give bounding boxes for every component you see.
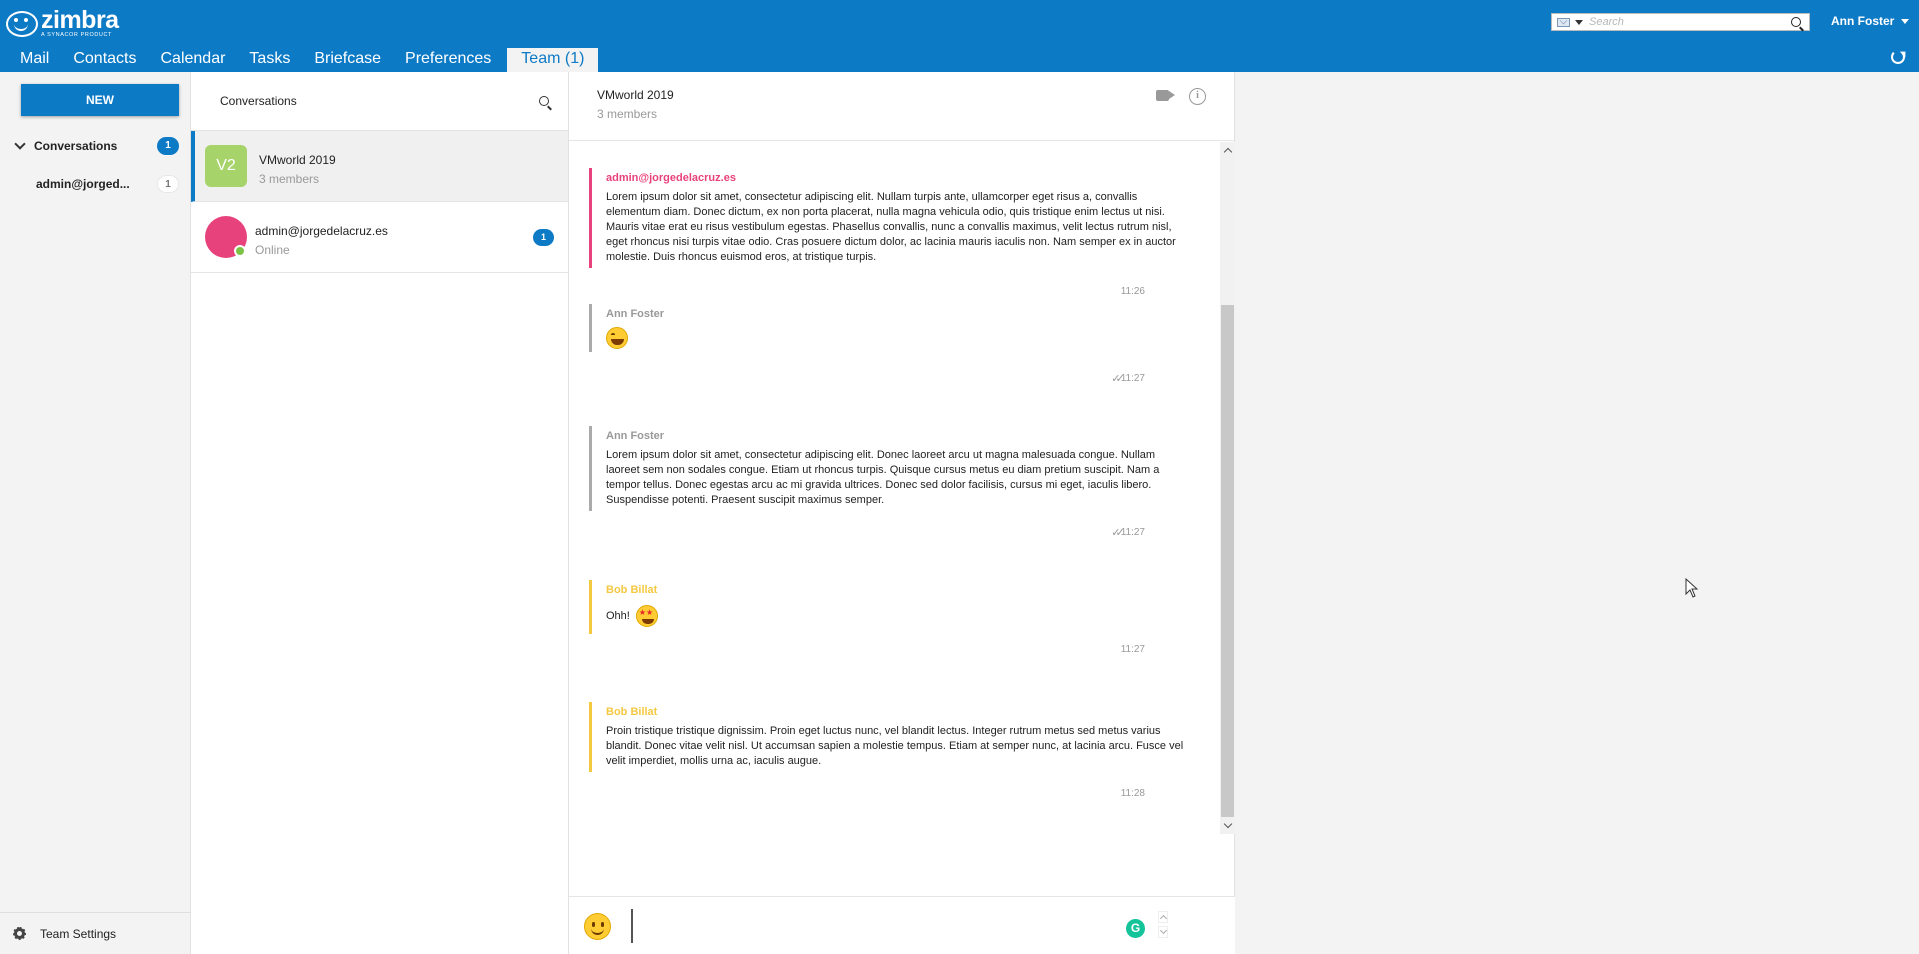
message-author[interactable]: Bob Billat <box>606 580 1189 596</box>
new-button[interactable]: NEW <box>21 84 179 116</box>
scroll-up-icon[interactable] <box>1223 146 1232 155</box>
message-time-label: 11:27 <box>1120 373 1145 384</box>
tab-mail[interactable]: Mail <box>8 48 61 72</box>
conversation-list: Conversations V2 VMworld 2019 3 members … <box>191 72 569 954</box>
online-status-icon <box>234 245 246 257</box>
sidebar-item-label: admin@jorged... <box>36 177 130 191</box>
info-icon[interactable]: i <box>1189 88 1206 105</box>
message-text: Lorem ipsum dolor sit amet, consectetur … <box>606 191 1176 263</box>
message-author[interactable]: admin@jorgedelacruz.es <box>606 168 1189 184</box>
message-time-label: 11:26 <box>1120 286 1145 297</box>
conversation-row-vmworld[interactable]: V2 VMworld 2019 3 members <box>191 131 568 202</box>
team-sidebar: NEW Conversations 1 admin@jorged... 1 Te… <box>0 72 191 954</box>
scroll-thumb[interactable] <box>1221 305 1234 817</box>
chat-header: VMworld 2019 3 members i <box>569 72 1234 141</box>
unread-badge: 1 <box>533 229 554 246</box>
gear-icon <box>13 927 26 940</box>
message-scrollbar[interactable] <box>1220 142 1235 834</box>
message-body: admin@jorgedelacruz.es Lorem ipsum dolor… <box>589 168 1189 268</box>
message: admin@jorgedelacruz.es Lorem ipsum dolor… <box>589 168 1189 297</box>
logo-sub: A SYNACOR PRODUCT <box>41 32 113 38</box>
composer-scroll-up-icon[interactable] <box>1158 911 1168 923</box>
search-input[interactable] <box>1589 16 1791 28</box>
tab-calendar[interactable]: Calendar <box>148 48 237 72</box>
message-body: Ann Foster <box>589 304 1189 352</box>
conversation-list-title: Conversations <box>220 94 297 108</box>
message-text: Proin tristique tristique dignissim. Pro… <box>606 725 1184 767</box>
search-icon[interactable] <box>539 96 549 106</box>
chat-pane: VMworld 2019 3 members i admin@jorgedela… <box>569 72 1235 954</box>
double-check-icon: ✓✓ <box>1111 373 1125 385</box>
unread-badge: 1 <box>157 175 179 193</box>
team-settings-label: Team Settings <box>40 926 117 941</box>
double-check-icon: ✓✓ <box>1111 527 1125 539</box>
search-icon[interactable] <box>1791 17 1801 27</box>
conversations-folder-label: Conversations <box>34 139 118 153</box>
conversation-sub: 3 members <box>259 172 320 186</box>
app-tabs: Mail Contacts Calendar Tasks Briefcase P… <box>8 48 599 72</box>
conversation-row-admin[interactable]: admin@jorgedelacruz.es Online 1 <box>191 202 568 273</box>
message-composer: G <box>569 896 1235 954</box>
message-author[interactable]: Bob Billat <box>606 702 1189 718</box>
message-text: Ohh! <box>606 610 630 622</box>
message-time: ✓✓ 11:27 <box>1111 372 1145 385</box>
group-avatar: V2 <box>205 145 247 187</box>
conversation-name: admin@jorgedelacruz.es <box>255 224 388 238</box>
video-call-icon[interactable] <box>1156 90 1169 101</box>
grammarly-icon[interactable]: G <box>1126 919 1145 938</box>
team-settings-button[interactable]: Team Settings <box>0 912 190 954</box>
conversation-list-header: Conversations <box>191 72 568 131</box>
message: Bob Billat Ohh! 11:27 <box>589 580 1189 655</box>
tab-preferences[interactable]: Preferences <box>393 48 503 72</box>
message-list: admin@jorgedelacruz.es Lorem ipsum dolor… <box>569 142 1220 834</box>
chat-title: VMworld 2019 <box>597 88 674 102</box>
composer-scroll-down-icon[interactable] <box>1158 926 1168 938</box>
message-time: 11:27 <box>1121 644 1145 655</box>
unread-badge: 1 <box>157 137 179 155</box>
message-author[interactable]: Ann Foster <box>606 426 1189 442</box>
search-type-dropdown-icon[interactable] <box>1575 19 1583 25</box>
conversation-name: VMworld 2019 <box>259 153 336 167</box>
conversation-sub: Online <box>255 243 290 257</box>
user-menu[interactable]: Ann Foster <box>1831 14 1910 28</box>
message-input[interactable] <box>631 909 1061 943</box>
logo-name: zimbra <box>41 6 119 34</box>
top-bar: zimbra A SYNACOR PRODUCT Ann Foster Mail… <box>0 0 1919 72</box>
mouse-cursor-icon <box>1685 577 1699 598</box>
message-time-label: 11:27 <box>1120 527 1145 538</box>
emoji-picker-icon[interactable] <box>584 913 611 940</box>
message-time-label: 11:27 <box>1120 644 1145 655</box>
chat-member-count: 3 members <box>597 107 658 121</box>
message: Bob Billat Proin tristique tristique dig… <box>589 702 1189 799</box>
conversations-folder[interactable]: Conversations 1 <box>14 136 179 156</box>
user-name: Ann Foster <box>1831 14 1895 28</box>
message-body: Bob Billat Proin tristique tristique dig… <box>589 702 1189 772</box>
tab-team[interactable]: Team (1) <box>507 48 599 72</box>
message: Ann Foster Lorem ipsum dolor sit amet, c… <box>589 426 1189 539</box>
laughing-emoji-icon <box>606 327 628 349</box>
sidebar-item-admin[interactable]: admin@jorged... 1 <box>36 174 179 194</box>
scroll-down-icon[interactable] <box>1223 821 1232 830</box>
message-time: ✓✓ 11:27 <box>1111 526 1145 539</box>
message: Ann Foster ✓✓ 11:27 <box>589 304 1189 385</box>
chevron-down-icon[interactable] <box>14 138 26 150</box>
mail-type-icon[interactable] <box>1557 17 1570 27</box>
message-time: 11:26 <box>1121 286 1145 297</box>
chevron-down-icon <box>1901 18 1910 24</box>
tab-tasks[interactable]: Tasks <box>237 48 302 72</box>
refresh-icon[interactable] <box>1891 50 1905 64</box>
message-time-label: 11:28 <box>1120 788 1145 799</box>
message-text: Lorem ipsum dolor sit amet, consectetur … <box>606 449 1160 506</box>
zimbra-logo-icon <box>6 10 38 37</box>
message-time: 11:28 <box>1121 788 1145 799</box>
message-body: Ann Foster Lorem ipsum dolor sit amet, c… <box>589 426 1189 511</box>
star-struck-emoji-icon <box>635 605 658 627</box>
message-author[interactable]: Ann Foster <box>606 304 1189 320</box>
search-box <box>1551 13 1810 31</box>
tab-briefcase[interactable]: Briefcase <box>302 48 393 72</box>
zimbra-logo[interactable]: zimbra A SYNACOR PRODUCT <box>6 8 119 39</box>
message-body: Bob Billat Ohh! <box>589 580 1189 634</box>
tab-contacts[interactable]: Contacts <box>61 48 148 72</box>
